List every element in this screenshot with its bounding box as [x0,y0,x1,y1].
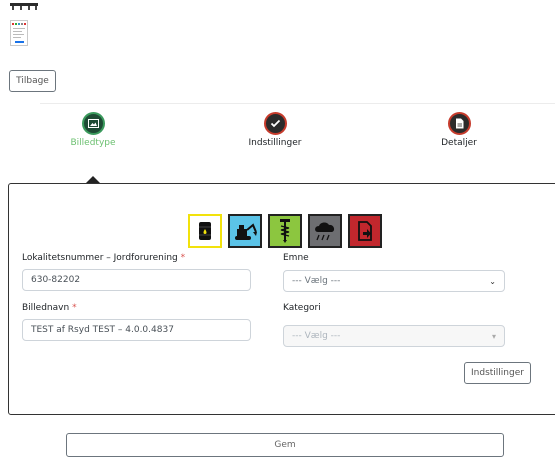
subject-select[interactable]: --- Vælg --- ⌄ [283,270,505,292]
thumbnail-toolbar[interactable] [10,0,38,10]
rain-cloud-icon[interactable] [308,214,342,248]
step-detaljer[interactable]: Detaljer [409,112,509,148]
image-icon [81,112,105,135]
step-label: Indstillinger [248,138,302,148]
subject-label: Emne [283,253,309,263]
active-step-pointer [86,176,100,183]
save-button[interactable]: Gem [66,433,504,457]
locality-input[interactable]: 630-82202 [22,269,251,291]
step-indstillinger[interactable]: Indstillinger [225,112,325,148]
step-label: Billedtype [70,138,116,148]
image-name-input[interactable]: TEST af Rsyd TEST – 4.0.0.4837 [22,319,251,341]
step-billedtype[interactable]: Billedtype [43,112,143,148]
document-arrow-icon[interactable] [348,214,382,248]
caret-down-icon: ▾ [491,331,496,341]
oil-barrel-icon[interactable] [188,214,222,248]
image-name-label: Billednavn * [22,303,77,313]
back-button[interactable]: Tilbage [9,70,56,92]
category-label: Kategori [283,303,321,313]
step-label: Detaljer [441,138,477,148]
image-type-selector [188,214,382,248]
drill-icon[interactable] [268,214,302,248]
locality-label: Lokalitetsnummer – Jordforurening * [22,253,186,263]
chevron-down-icon: ⌄ [489,276,496,286]
document-icon [447,112,471,135]
divider [40,103,555,104]
checkmark-icon [263,112,287,135]
excavator-icon[interactable] [228,214,262,248]
settings-button[interactable]: Indstillinger [464,362,531,384]
image-thumbnail[interactable] [10,20,28,46]
category-select[interactable]: --- Vælg --- ▾ [283,325,505,347]
